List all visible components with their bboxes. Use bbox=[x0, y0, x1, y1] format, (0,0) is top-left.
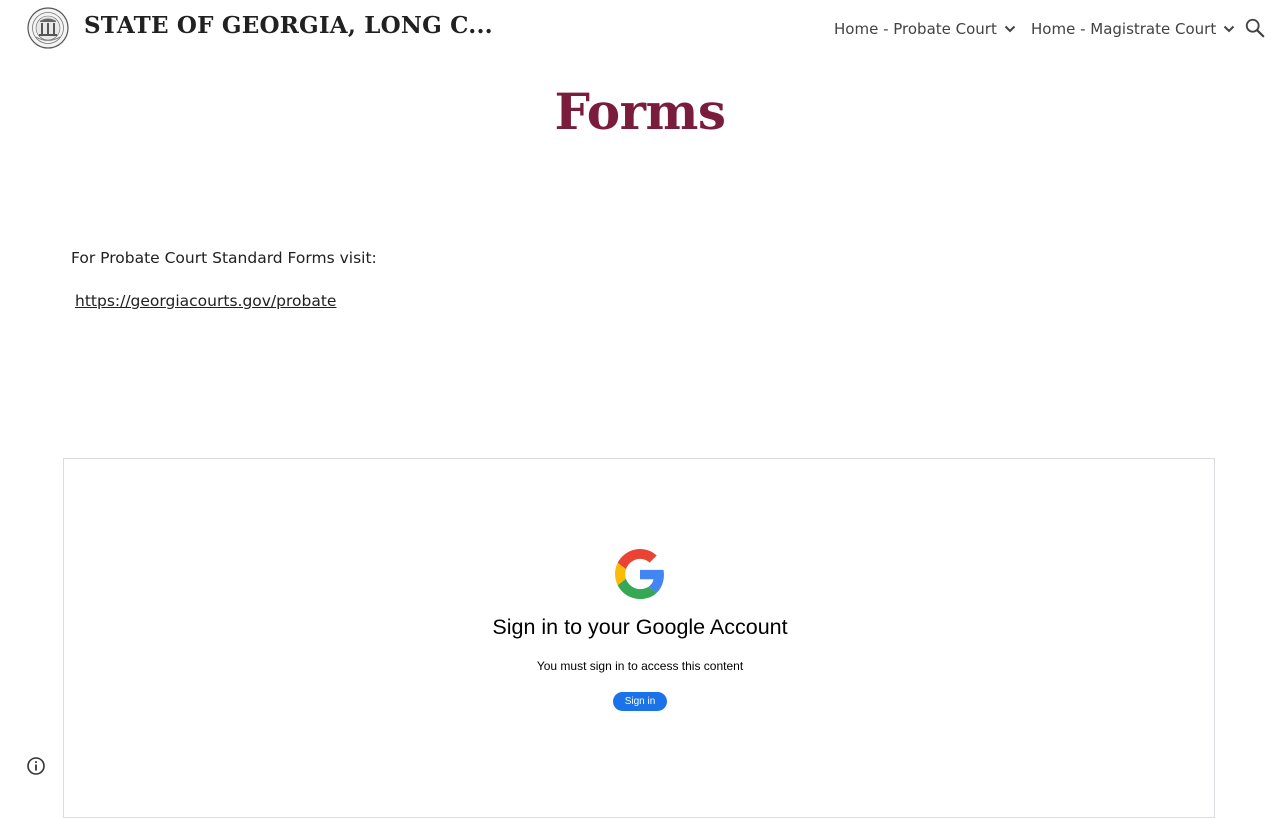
signin-subtext: You must sign in to access this content bbox=[536, 659, 744, 673]
top-navigation-bar: STATE OF GEORGIA, LONG C... Home - Proba… bbox=[0, 0, 1280, 56]
probate-forms-link[interactable]: https://georgiacourts.gov/probate bbox=[75, 292, 336, 310]
chevron-down-icon[interactable] bbox=[1222, 22, 1236, 36]
chevron-down-icon[interactable] bbox=[1003, 22, 1017, 36]
google-g-logo bbox=[615, 549, 664, 599]
info-icon[interactable] bbox=[26, 756, 46, 776]
sign-in-button[interactable]: Sign in bbox=[613, 692, 667, 711]
intro-text: For Probate Court Standard Forms visit: bbox=[71, 249, 377, 267]
page-title: Forms bbox=[554, 82, 726, 141]
nav-item-magistrate-court[interactable]: Home - Magistrate Court bbox=[1031, 18, 1236, 40]
nav-item-label: Home - Magistrate Court bbox=[1031, 20, 1217, 38]
signin-heading: Sign in to your Google Account bbox=[492, 615, 788, 639]
nav-item-probate-court[interactable]: Home - Probate Court bbox=[834, 18, 1017, 40]
nav-item-label: Home - Probate Court bbox=[834, 20, 997, 38]
site-title[interactable]: STATE OF GEORGIA, LONG C... bbox=[84, 12, 493, 39]
search-icon[interactable] bbox=[1244, 17, 1266, 39]
state-seal-logo[interactable] bbox=[27, 7, 69, 49]
